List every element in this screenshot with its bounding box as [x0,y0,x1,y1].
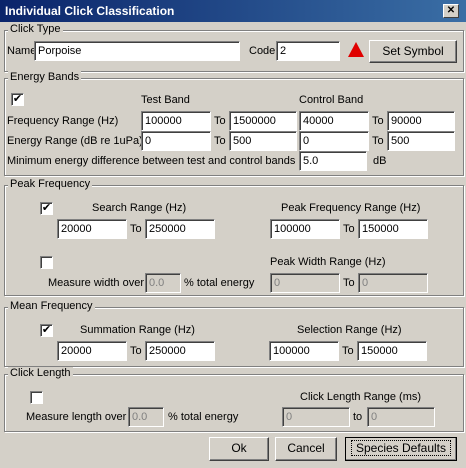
control-band-label: Control Band [299,94,364,106]
peak-frequency-range-label: Peak Frequency Range (Hz) [281,202,421,214]
freq-test-max-input[interactable] [229,111,297,131]
energy-ctrl-max-input[interactable] [387,131,455,151]
measure-width-checkbox[interactable] [40,256,53,269]
to-label: To [343,277,355,289]
window-title: Individual Click Classification [5,4,175,18]
species-defaults-button[interactable]: Species Defaults [345,437,457,461]
measure-length-checkbox[interactable] [30,391,43,404]
click-length-range-label: Click Length Range (ms) [300,391,422,403]
width-min-input[interactable] [270,273,340,293]
min-energy-diff-input[interactable] [299,151,367,171]
db-unit-label: dB [373,155,387,167]
to-label: To [372,135,384,147]
summation-max-input[interactable] [145,341,215,361]
peak-max-input[interactable] [358,219,428,239]
to-label: to [353,411,363,423]
click-type-legend: Click Type [8,23,63,36]
length-max-input[interactable] [367,407,435,427]
selection-max-input[interactable] [357,341,427,361]
min-energy-diff-label: Minimum energy difference between test a… [7,155,296,167]
energy-test-min-input[interactable] [141,131,211,151]
width-max-input[interactable] [358,273,428,293]
energy-bands-checkbox[interactable]: ✔ [11,93,24,106]
percent-total-energy-label: % total energy [168,411,239,423]
summation-range-label: Summation Range (Hz) [80,324,195,336]
measure-length-label: Measure length over [26,411,127,423]
length-min-input[interactable] [282,407,350,427]
energy-ctrl-min-input[interactable] [299,131,369,151]
code-input[interactable] [276,41,340,61]
mean-frequency-legend: Mean Frequency [8,300,95,313]
to-label: To [214,135,226,147]
search-range-checkbox[interactable]: ✔ [40,202,53,215]
summation-min-input[interactable] [57,341,127,361]
peak-frequency-legend: Peak Frequency [8,178,93,191]
set-symbol-button[interactable]: Set Symbol [369,40,457,63]
measure-width-label: Measure width over [48,277,144,289]
energy-bands-legend: Energy Bands [8,71,82,84]
energy-range-label: Energy Range (dB re 1uPa) [7,135,143,147]
test-band-label: Test Band [141,94,190,106]
name-input[interactable] [34,41,240,61]
peak-min-input[interactable] [270,219,340,239]
freq-ctrl-min-input[interactable] [299,111,369,131]
close-button[interactable]: ✕ [443,4,459,18]
ok-button[interactable]: Ok [209,437,269,461]
width-percent-input[interactable] [145,273,181,293]
peak-width-range-label: Peak Width Range (Hz) [270,256,386,268]
to-label: To [214,115,226,127]
search-max-input[interactable] [145,219,215,239]
selection-min-input[interactable] [269,341,339,361]
to-label: To [372,115,384,127]
selection-range-label: Selection Range (Hz) [297,324,402,336]
name-label: Name [7,45,37,57]
length-percent-input[interactable] [128,407,164,427]
close-icon: ✕ [446,5,456,16]
search-range-label: Search Range (Hz) [92,202,187,214]
species-defaults-label: Species Defaults [350,440,452,456]
to-label: To [130,223,142,235]
energy-test-max-input[interactable] [229,131,297,151]
frequency-range-label: Frequency Range (Hz) [7,115,119,127]
search-min-input[interactable] [57,219,127,239]
red-triangle-icon [348,42,364,57]
to-label: To [342,345,354,357]
code-label: Code [249,45,276,57]
summation-range-checkbox[interactable]: ✔ [40,324,53,337]
to-label: To [343,223,355,235]
to-label: To [130,345,142,357]
freq-ctrl-max-input[interactable] [387,111,455,131]
freq-test-min-input[interactable] [141,111,211,131]
percent-total-energy-label: % total energy [184,277,255,289]
click-length-legend: Click Length [8,367,73,380]
cancel-button[interactable]: Cancel [275,437,337,461]
